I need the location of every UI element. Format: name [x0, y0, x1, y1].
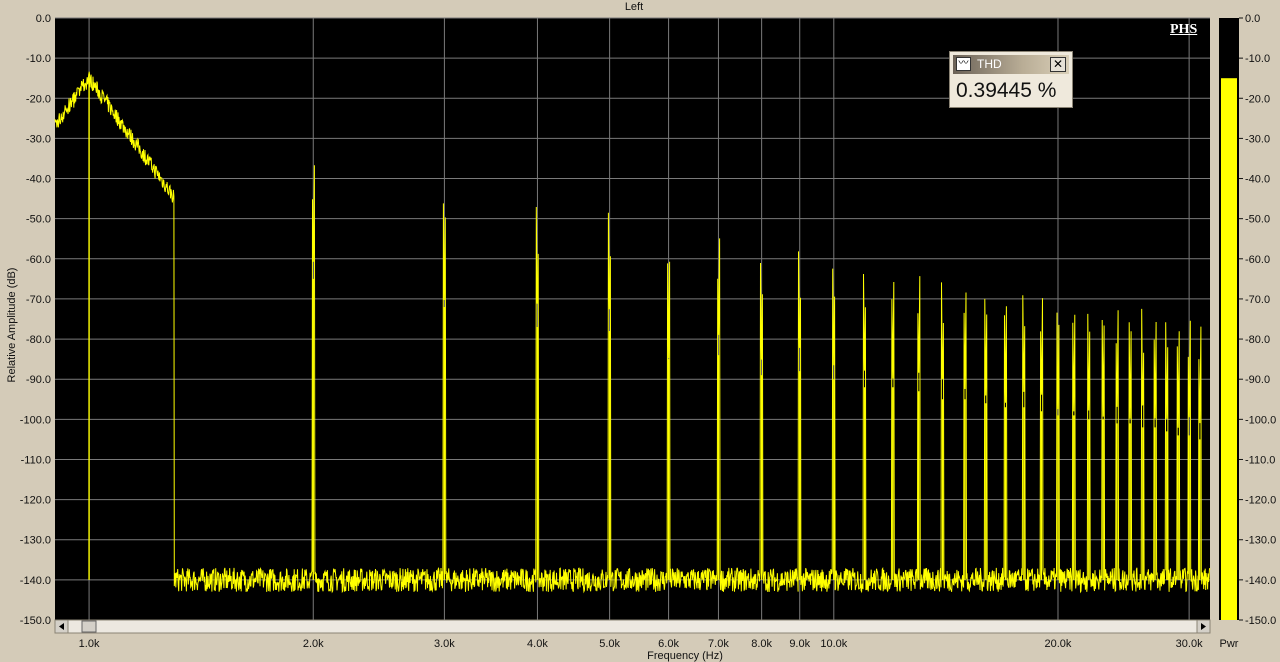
thd-value: 0.39445 %	[956, 79, 1057, 102]
y-tick-label: -90.0	[26, 374, 51, 386]
y-tick-label: -10.0	[26, 53, 51, 65]
spectrum-chart: 0.0 -10.0 -20.0 -30.0 -40.0 -50.0 -60.0 -70.0 -8…	[6, 13, 1276, 662]
y-axis-label: Relative Amplitude (dB)	[6, 268, 18, 383]
thd-title: THD	[977, 57, 1002, 71]
y-tick-label: -150.0	[20, 615, 51, 627]
y-tick-label: -130.0	[20, 535, 51, 547]
meter-fill	[1221, 78, 1237, 620]
x-tick-label: 3.0k	[434, 638, 455, 650]
meter-tick-label: -90.0	[1245, 374, 1270, 386]
thd-title-bar[interactable]: 〰 THD ✕	[953, 55, 1069, 74]
y-tick-label: -80.0	[26, 334, 51, 346]
x-axis-ticks: 1.0k 2.0k 3.0k 4.0k 5.0k 6.0k 7.0k 8.0k 9.0k 10.0…	[79, 638, 1203, 650]
x-axis-label: Frequency (Hz)	[647, 650, 723, 662]
x-tick-label: 8.0k	[751, 638, 772, 650]
thd-readout-box[interactable]: 〰 THD ✕ 0.39445 %	[949, 51, 1073, 108]
x-tick-label: 1.0k	[79, 638, 100, 650]
y-tick-label: -110.0	[21, 454, 51, 466]
y-tick-label: -70.0	[26, 294, 51, 306]
meter-tick-label: -30.0	[1245, 133, 1270, 145]
y-tick-label: -20.0	[26, 93, 51, 105]
horizontal-scrollbar[interactable]	[54, 619, 1211, 634]
meter-tick-label: -80.0	[1245, 334, 1270, 346]
x-tick-label: 7.0k	[708, 638, 729, 650]
x-tick-label: 30.0k	[1176, 638, 1203, 650]
meter-tick-label: -70.0	[1245, 294, 1270, 306]
y-tick-label: -60.0	[26, 254, 51, 266]
y-tick-label: -100.0	[20, 414, 51, 426]
meter-tick-label: -60.0	[1245, 254, 1270, 266]
x-tick-label: 6.0k	[658, 638, 679, 650]
analyzer-window: Left 0.0 -10.0 -20.0 -30.0 -40.0 -50.0 -60.0 -7…	[0, 0, 1280, 662]
scroll-thumb[interactable]	[81, 620, 97, 633]
y-tick-label: -30.0	[26, 133, 51, 145]
meter-tick-label: -130.0	[1245, 535, 1276, 547]
meter-tick-label: 0.0	[1245, 13, 1260, 25]
meter-label: Pwr	[1220, 638, 1239, 650]
y-tick-label: -140.0	[20, 575, 51, 587]
y-axis-ticks: 0.0 -10.0 -20.0 -30.0 -40.0 -50.0 -60.0 -70.0 -8…	[20, 13, 51, 627]
x-tick-label: 4.0k	[527, 638, 548, 650]
meter-tick-label: -140.0	[1245, 575, 1276, 587]
meter-tick-label: -10.0	[1245, 53, 1270, 65]
meter-tick-label: -110.0	[1245, 454, 1275, 466]
x-tick-label: 10.0k	[820, 638, 847, 650]
x-tick-label: 9.0k	[789, 638, 810, 650]
x-tick-label: 20.0k	[1045, 638, 1072, 650]
waveform-icon: 〰	[956, 57, 971, 71]
meter-tick-label: -150.0	[1245, 615, 1276, 627]
meter-tick-label: -20.0	[1245, 93, 1270, 105]
x-tick-label: 5.0k	[599, 638, 620, 650]
close-icon[interactable]: ✕	[1050, 57, 1066, 72]
y-tick-label: 0.0	[36, 13, 51, 25]
meter-tick-label: -120.0	[1245, 495, 1276, 507]
x-tick-label: 2.0k	[303, 638, 324, 650]
meter-tick-label: -40.0	[1245, 174, 1270, 186]
meter-tick-label: -100.0	[1245, 414, 1276, 426]
y-tick-label: -120.0	[20, 495, 51, 507]
meter-scale: 0.0 -10.0 -20.0 -30.0 -40.0 -50.0 -60.0 -70.0 -8…	[1239, 13, 1276, 627]
meter-tick-label: -50.0	[1245, 214, 1270, 226]
plot-background	[55, 18, 1210, 620]
phs-logo: PHS	[1170, 22, 1198, 37]
y-tick-label: -40.0	[26, 174, 51, 186]
y-tick-label: -50.0	[26, 214, 51, 226]
